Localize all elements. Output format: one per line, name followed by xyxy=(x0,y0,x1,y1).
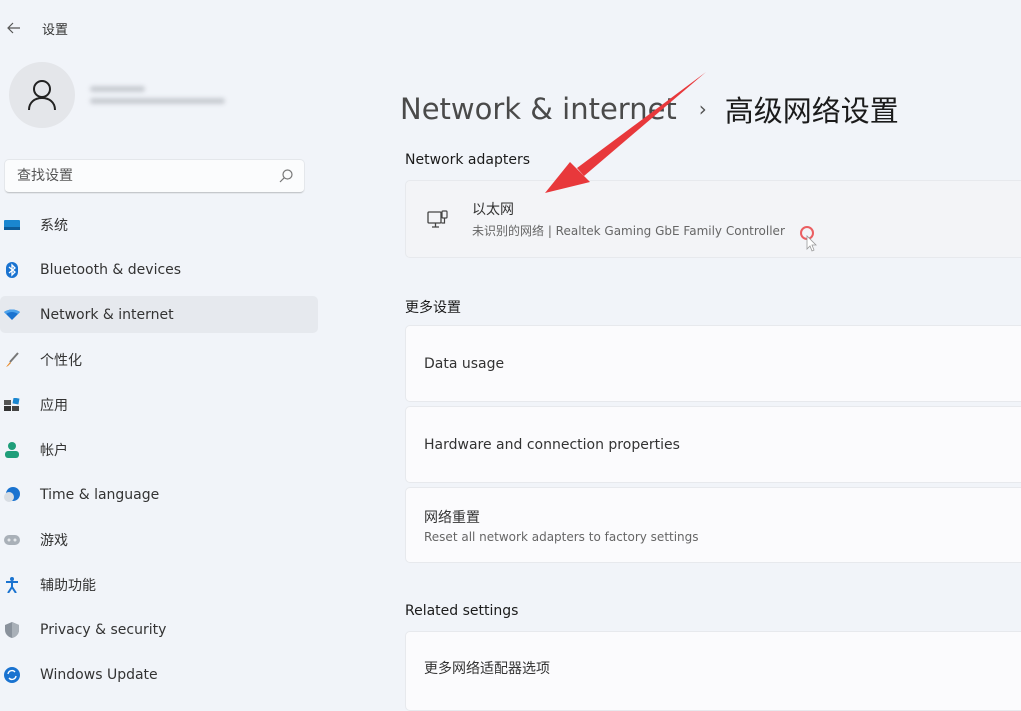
system-icon xyxy=(4,217,20,233)
sidebar-item-time-language[interactable]: Time & language xyxy=(0,476,320,513)
search-box[interactable] xyxy=(5,160,304,193)
app-title: 设置 xyxy=(42,22,69,38)
hardware-properties-card[interactable]: Hardware and connection properties xyxy=(405,406,1021,483)
ethernet-adapter-icon xyxy=(427,210,448,228)
wifi-icon xyxy=(4,307,20,323)
sidebar-item-label: 帐户 xyxy=(40,442,68,459)
person-icon xyxy=(28,80,56,111)
adapter-card-ethernet[interactable]: 以太网 未识别的网络 | Realtek Gaming GbE Family C… xyxy=(405,180,1021,258)
more-adapter-options-title: 更多网络适配器选项 xyxy=(424,661,550,677)
account-icon xyxy=(4,441,20,458)
breadcrumb: Network & internet › 高级网络设置 xyxy=(400,88,899,130)
globe-clock-icon xyxy=(4,486,20,503)
sidebar-item-label: Network & internet xyxy=(40,306,174,323)
sidebar-item-windows-update[interactable]: Windows Update xyxy=(0,656,320,693)
sidebar-item-label: 应用 xyxy=(40,397,68,414)
user-info-blurred xyxy=(90,80,225,110)
sidebar-item-system[interactable]: 系统 xyxy=(0,206,320,243)
sidebar-item-label: 游戏 xyxy=(40,532,68,549)
shield-icon xyxy=(4,621,20,638)
sidebar-item-accessibility[interactable]: 辅助功能 xyxy=(0,566,320,603)
bluetooth-icon xyxy=(4,261,20,278)
sidebar-item-network[interactable]: Network & internet xyxy=(0,296,318,333)
network-reset-card[interactable]: 网络重置 Reset all network adapters to facto… xyxy=(405,487,1021,563)
section-related-settings-title: Related settings xyxy=(405,603,519,619)
search-input[interactable] xyxy=(15,167,278,185)
search-icon[interactable] xyxy=(278,168,294,184)
update-icon xyxy=(4,666,20,683)
chevron-right-icon: › xyxy=(698,97,707,121)
title-bar: 设置 xyxy=(0,14,68,42)
data-usage-card[interactable]: Data usage xyxy=(405,325,1021,402)
sidebar-item-label: 系统 xyxy=(40,217,68,234)
section-more-settings-title: 更多设置 xyxy=(405,300,461,316)
user-profile[interactable] xyxy=(9,62,225,128)
gamepad-icon xyxy=(4,532,20,548)
sidebar-item-label: 辅助功能 xyxy=(40,577,96,594)
sidebar-item-accounts[interactable]: 帐户 xyxy=(0,431,320,468)
apps-icon xyxy=(4,397,20,413)
sidebar-item-label: Time & language xyxy=(40,486,160,503)
sidebar-item-label: Privacy & security xyxy=(40,621,167,638)
adapter-name: 以太网 xyxy=(472,202,514,218)
breadcrumb-parent-link[interactable]: Network & internet xyxy=(400,92,677,126)
sidebar-item-label: 个性化 xyxy=(40,352,82,369)
network-reset-subtitle: Reset all network adapters to factory se… xyxy=(424,529,699,544)
back-button[interactable] xyxy=(0,14,28,42)
brush-icon xyxy=(4,351,20,368)
sidebar-item-apps[interactable]: 应用 xyxy=(0,386,320,423)
section-network-adapters-title: Network adapters xyxy=(405,152,530,168)
data-usage-title: Data usage xyxy=(424,355,505,372)
avatar xyxy=(9,62,75,128)
sidebar-item-bluetooth[interactable]: Bluetooth & devices xyxy=(0,251,320,288)
page-title: 高级网络设置 xyxy=(724,94,899,128)
sidebar-item-privacy[interactable]: Privacy & security xyxy=(0,611,320,648)
back-arrow-icon xyxy=(7,22,20,34)
more-adapter-options-card[interactable]: 更多网络适配器选项 xyxy=(405,631,1021,711)
sidebar-item-label: Bluetooth & devices xyxy=(40,261,182,278)
network-reset-title: 网络重置 xyxy=(424,509,480,526)
sidebar-item-personalization[interactable]: 个性化 xyxy=(0,341,320,378)
sidebar-nav: 系统 Bluetooth & devices Network & interne… xyxy=(0,206,320,701)
adapter-description: 未识别的网络 | Realtek Gaming GbE Family Contr… xyxy=(472,224,785,238)
sidebar-item-gaming[interactable]: 游戏 xyxy=(0,521,320,558)
hardware-properties-title: Hardware and connection properties xyxy=(424,436,680,453)
accessibility-icon xyxy=(4,576,20,593)
sidebar-item-label: Windows Update xyxy=(40,666,158,683)
